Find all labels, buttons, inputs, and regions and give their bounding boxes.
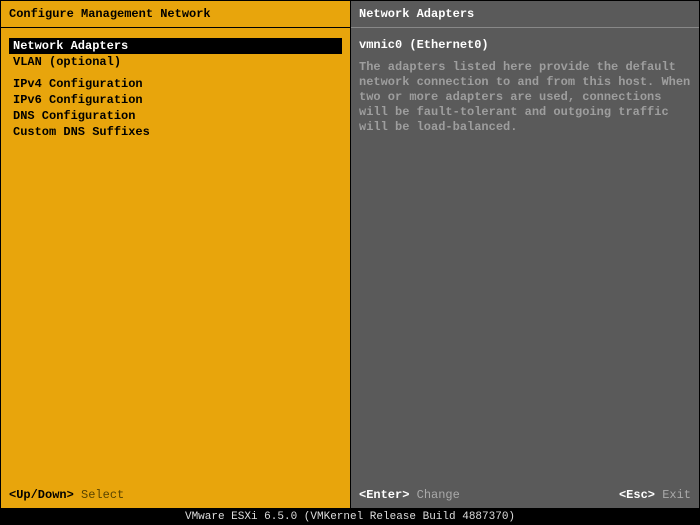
- adapter-name: vmnic0 (Ethernet0): [359, 38, 691, 52]
- menu-group-2: IPv4 Configuration IPv6 Configuration DN…: [9, 76, 342, 140]
- right-panel-body: vmnic0 (Ethernet0) The adapters listed h…: [351, 28, 699, 484]
- left-panel-title: Configure Management Network: [1, 1, 350, 28]
- statusbar: VMware ESXi 6.5.0 (VMKernel Release Buil…: [0, 509, 700, 525]
- hint-updown-key: <Up/Down>: [9, 488, 74, 502]
- dcui-screen: Configure Management Network Network Ada…: [0, 0, 700, 525]
- menu-item-custom-dns-suffixes[interactable]: Custom DNS Suffixes: [9, 124, 342, 140]
- menu-group-1: Network Adapters VLAN (optional): [9, 38, 342, 70]
- hint-esc-label: Exit: [662, 488, 691, 502]
- left-panel-footer: <Up/Down> Select: [1, 484, 350, 508]
- right-panel-title: Network Adapters: [351, 1, 699, 28]
- help-text: The adapters listed here provide the def…: [359, 60, 691, 135]
- menu-item-ipv4[interactable]: IPv4 Configuration: [9, 76, 342, 92]
- right-panel: Network Adapters vmnic0 (Ethernet0) The …: [350, 0, 700, 509]
- hint-esc-key: <Esc>: [619, 488, 655, 502]
- hint-updown: <Up/Down> Select: [9, 488, 124, 502]
- right-panel-footer: <Enter> Change <Esc> Exit: [351, 484, 699, 508]
- hint-enter-label: Change: [417, 488, 460, 502]
- menu-item-dns[interactable]: DNS Configuration: [9, 108, 342, 124]
- menu-item-ipv6[interactable]: IPv6 Configuration: [9, 92, 342, 108]
- menu-item-network-adapters[interactable]: Network Adapters: [9, 38, 342, 54]
- hint-updown-label: Select: [81, 488, 124, 502]
- main-area: Configure Management Network Network Ada…: [0, 0, 700, 509]
- left-panel: Configure Management Network Network Ada…: [0, 0, 350, 509]
- hint-enter-key: <Enter>: [359, 488, 409, 502]
- left-panel-body: Network Adapters VLAN (optional) IPv4 Co…: [1, 28, 350, 484]
- hint-esc: <Esc> Exit: [619, 488, 691, 502]
- menu-item-vlan[interactable]: VLAN (optional): [9, 54, 342, 70]
- hint-enter: <Enter> Change: [359, 488, 460, 502]
